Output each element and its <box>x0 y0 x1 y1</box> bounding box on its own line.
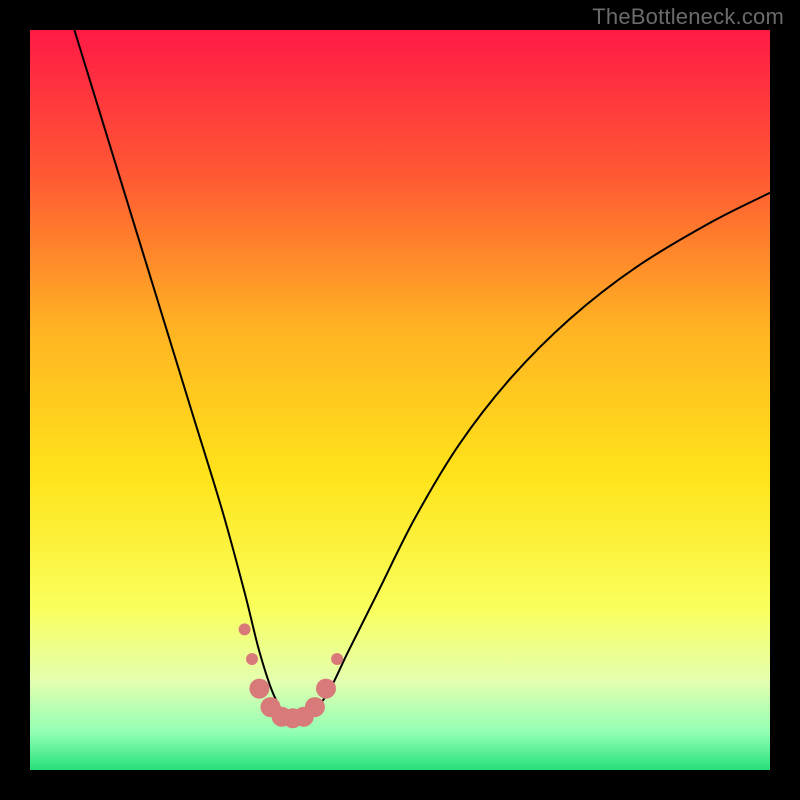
optimal-marker <box>246 653 258 665</box>
plot-area <box>30 30 770 770</box>
optimal-marker <box>305 697 325 717</box>
watermark-text: TheBottleneck.com <box>592 4 784 30</box>
optimal-marker <box>249 679 269 699</box>
optimal-marker <box>331 653 343 665</box>
optimal-marker <box>316 679 336 699</box>
chart-svg <box>30 30 770 770</box>
optimal-marker <box>239 623 251 635</box>
gradient-background <box>30 30 770 770</box>
chart-frame: TheBottleneck.com <box>0 0 800 800</box>
